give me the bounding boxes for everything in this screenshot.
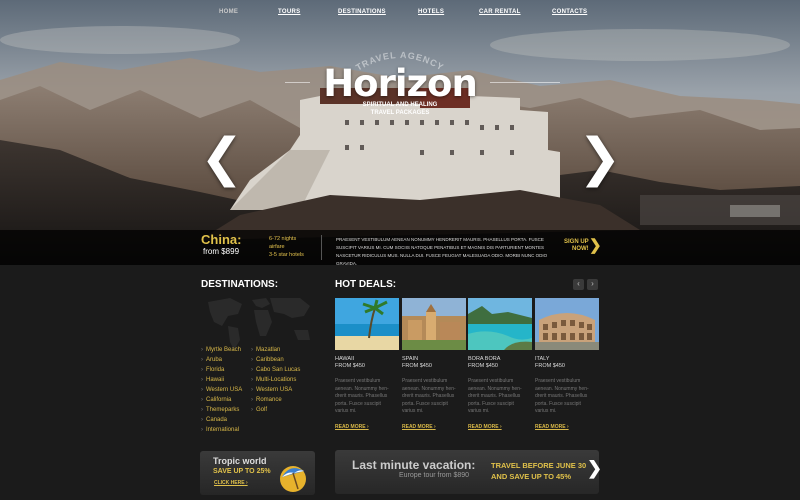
nav-destinations[interactable]: DESTINATIONS — [338, 9, 386, 15]
deal-image-spain[interactable] — [402, 298, 466, 350]
deal-card[interactable]: BORA BORA FROM $450 Praesent vestibulum … — [468, 298, 532, 430]
destination-link[interactable]: Myrtle Beach — [201, 346, 242, 356]
chevron-left-icon: ‹ — [577, 279, 580, 288]
destination-link[interactable]: California — [201, 396, 242, 406]
chevron-right-icon: › — [591, 279, 594, 288]
read-more-link[interactable]: READ MORE — [535, 424, 599, 430]
deals-next-button[interactable]: › — [587, 279, 598, 290]
destination-link[interactable]: Western USA — [251, 386, 300, 396]
signup-label-line2: NOW! — [572, 246, 589, 252]
deal-card[interactable]: ITALY FROM $450 Praesent vestibulum aene… — [535, 298, 599, 430]
destination-link[interactable]: Mazatlan — [251, 346, 300, 356]
deal-card[interactable]: SPAIN FROM $450 Praesent vestibulum aene… — [402, 298, 466, 430]
main-nav: HOME TOURS DESTINATIONS HOTELS CAR RENTA… — [0, 9, 800, 21]
destinations-list-1: Myrtle Beach Aruba Florida Hawaii Wester… — [201, 346, 242, 435]
destination-link[interactable]: Caribbean — [251, 356, 300, 366]
last-minute-offer: TRAVEL BEFORE JUNE 30 AND SAVE UP TO 45% — [491, 461, 587, 481]
last-minute-banner[interactable]: Last minute vacation: Europe tour from $… — [335, 450, 602, 494]
logo-text: Horizon — [323, 62, 478, 105]
chevron-right-icon[interactable]: ❯ — [589, 236, 602, 254]
tagline: SPIRITUAL AND HEALING TRAVEL PACKAGES — [362, 102, 438, 116]
read-more-link[interactable]: READ MORE — [402, 424, 466, 430]
deal-price: FROM $450 — [535, 363, 565, 369]
signup-label-line1: SIGN UP — [564, 239, 589, 245]
destination-link[interactable]: International — [201, 426, 242, 436]
slide-info-bar: China: from $899 6-72 nights airfare 3-5… — [0, 230, 800, 265]
slide-meta-hotels: 3-5 star hotels — [269, 252, 304, 258]
hero-slider: HOME TOURS DESTINATIONS HOTELS CAR RENTA… — [0, 0, 800, 265]
destination-link[interactable]: Aruba — [201, 356, 242, 366]
tropic-world-banner[interactable]: Tropic world SAVE UP TO 25% CLICK HERE › — [200, 451, 315, 495]
destination-link[interactable]: Canada — [201, 416, 242, 426]
world-map-icon — [208, 298, 310, 350]
deal-description: Praesent vestibulum aenean. Nonummy hen-… — [535, 378, 589, 414]
destination-link[interactable]: Hawaii — [201, 376, 242, 386]
deal-name: BORA BORA — [468, 356, 501, 362]
destination-link[interactable]: Themeparks — [201, 406, 242, 416]
slide-meta: 6-72 nights airfare 3-5 star hotels — [269, 235, 304, 259]
nav-home[interactable]: HOME — [219, 9, 238, 15]
slide-description: Praesent vestibulum aenean nonummy hendr… — [336, 237, 548, 265]
logo-line-right — [490, 82, 560, 83]
deal-name: ITALY — [535, 356, 550, 362]
deal-name: HAWAII — [335, 356, 355, 362]
signup-button[interactable]: SIGN UP NOW! — [564, 239, 589, 253]
slide-destination: China: — [201, 232, 242, 247]
slide-price: from $899 — [203, 247, 240, 256]
click-here-label: CLICK HERE — [214, 480, 245, 486]
slider-prev-button[interactable]: ❮ — [200, 132, 244, 184]
deal-image-italy[interactable] — [535, 298, 599, 350]
deal-name: SPAIN — [402, 356, 419, 362]
click-here-link[interactable]: CLICK HERE › — [214, 480, 248, 486]
nav-car-rental[interactable]: CAR RENTAL — [479, 9, 521, 15]
last-minute-subtitle: Europe tour from $890 — [399, 472, 470, 479]
slide-meta-nights: 6-72 nights — [269, 236, 297, 242]
read-more-link[interactable]: READ MORE — [468, 424, 532, 430]
chevron-left-icon: ❮ — [200, 128, 244, 188]
chevron-right-icon[interactable]: ❯ — [587, 458, 602, 479]
deal-price: FROM $450 — [402, 363, 432, 369]
slider-next-button[interactable]: ❯ — [578, 132, 622, 184]
deal-price: FROM $450 — [468, 363, 498, 369]
destination-link[interactable]: Western USA — [201, 386, 242, 396]
promo-subtitle: SAVE UP TO 25% — [213, 468, 271, 475]
deal-price: FROM $450 — [335, 363, 365, 369]
deal-description: Praesent vestibulum aenean. Nonummy hen-… — [335, 378, 389, 414]
slide-meta-airfare: airfare — [269, 244, 285, 250]
deals-prev-button[interactable]: ‹ — [573, 279, 584, 290]
deal-description: Praesent vestibulum aenean. Nonummy hen-… — [402, 378, 456, 414]
destination-link[interactable]: Multi-Locations — [251, 376, 300, 386]
promo-title: Tropic world — [213, 456, 267, 466]
nav-hotels[interactable]: HOTELS — [418, 9, 444, 15]
last-minute-title: Last minute vacation: — [352, 458, 476, 472]
destinations-list-2: Mazatlan Caribbean Cabo San Lucas Multi-… — [251, 346, 300, 416]
hero-image — [0, 0, 800, 265]
destination-link[interactable]: Cabo San Lucas — [251, 366, 300, 376]
destination-link[interactable]: Golf — [251, 406, 300, 416]
divider — [321, 235, 322, 260]
destinations-title: DESTINATIONS: — [201, 279, 279, 290]
beach-umbrella-icon — [280, 466, 306, 492]
destination-link[interactable]: Florida — [201, 366, 242, 376]
deal-description: Praesent vestibulum aenean. Nonummy hen-… — [468, 378, 522, 414]
deal-image-hawaii[interactable] — [335, 298, 399, 350]
nav-tours[interactable]: TOURS — [278, 9, 300, 15]
read-more-link[interactable]: READ MORE — [335, 424, 399, 430]
deal-image-bora-bora[interactable] — [468, 298, 532, 350]
deal-card[interactable]: HAWAII FROM $450 Praesent vestibulum aen… — [335, 298, 399, 430]
hot-deals-title: HOT DEALS: — [335, 279, 397, 290]
chevron-right-icon: ❯ — [578, 128, 622, 188]
brand-logo[interactable]: TRAVEL AGENCY Horizon SPIRITUAL AND HEAL… — [285, 45, 560, 125]
destination-link[interactable]: Romance — [251, 396, 300, 406]
nav-contacts[interactable]: CONTACTS — [552, 9, 587, 15]
